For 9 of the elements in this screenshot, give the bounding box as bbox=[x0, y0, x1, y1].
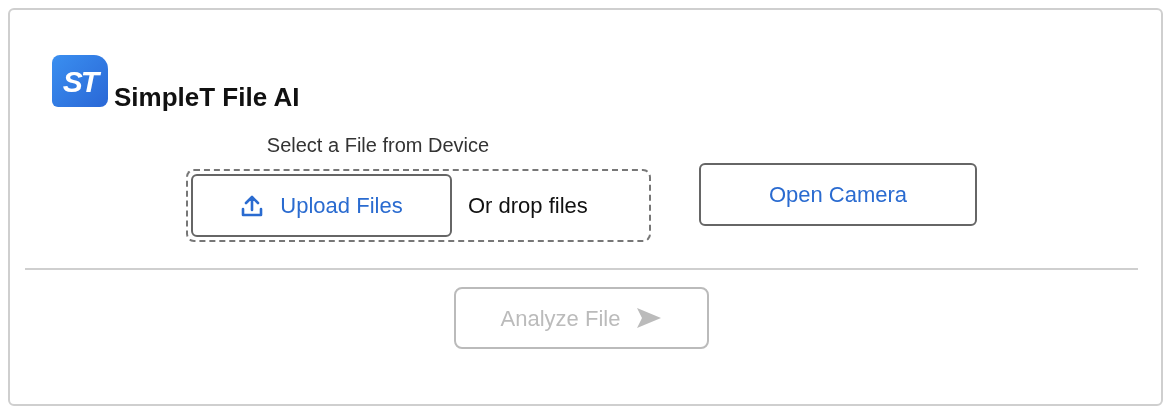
section-label: Select a File from Device bbox=[265, 133, 491, 158]
drop-zone[interactable]: Upload Files Or drop files bbox=[186, 169, 651, 242]
drop-hint: Or drop files bbox=[468, 192, 588, 220]
upload-button[interactable]: Upload Files bbox=[191, 174, 452, 237]
upload-icon bbox=[240, 193, 265, 218]
app-title: SimpleT File AI bbox=[114, 81, 300, 114]
app-logo: ST bbox=[52, 55, 108, 107]
send-icon bbox=[636, 307, 663, 329]
open-camera-button[interactable]: Open Camera bbox=[699, 163, 977, 226]
